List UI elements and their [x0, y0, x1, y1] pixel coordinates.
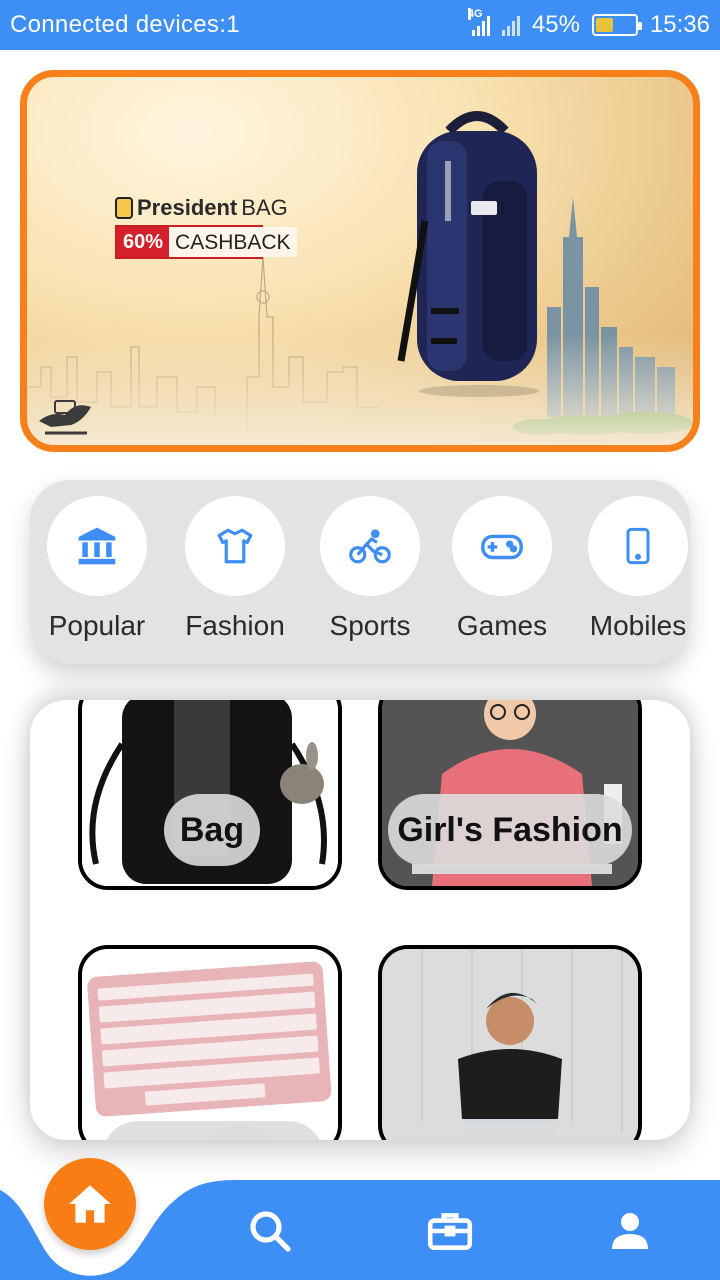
nav-home-button[interactable]: [44, 1158, 136, 1250]
phone-icon: [626, 527, 650, 565]
product-card-boys-fashion[interactable]: Boy's Fashion: [378, 945, 642, 1140]
nav-profile-button[interactable]: [605, 1206, 655, 1256]
product-grid: Bag Girl's Fashion: [30, 700, 690, 1140]
product-label: Bag: [164, 794, 260, 866]
category-label: Sports: [329, 610, 411, 641]
brand-suffix: BAG: [241, 195, 288, 220]
battery-icon: [591, 14, 642, 36]
category-label: Games: [456, 610, 548, 641]
briefcase-icon: [427, 1213, 473, 1250]
cashback-tag: 60% CASHBACK: [115, 225, 297, 259]
backpack-image: [397, 111, 539, 397]
status-bar: Connected devices:1 4G 45% 15:36: [0, 0, 720, 50]
category-games[interactable]: Games: [442, 496, 562, 642]
bank-icon: [78, 527, 116, 565]
profile-icon: [612, 1213, 648, 1249]
signal-icon: [501, 14, 520, 36]
category-sports[interactable]: Sports: [310, 496, 430, 642]
brand-name: President: [137, 195, 238, 220]
category-label: Mobiles: [589, 610, 687, 641]
search-icon: [250, 1211, 291, 1252]
cashback-label: CASHBACK: [169, 227, 297, 257]
category-popular[interactable]: Popular: [37, 496, 157, 642]
category-mobiles[interactable]: Mobiles: [578, 496, 698, 642]
category-fashion[interactable]: Fashion: [175, 496, 295, 642]
bike-icon: [349, 529, 391, 564]
category-label: Popular: [48, 610, 146, 641]
signal-4g-icon: 4G: [467, 8, 490, 36]
gamepad-icon: [481, 534, 523, 560]
home-icon: [69, 1185, 111, 1223]
brand-watermark-logo: [39, 400, 91, 435]
product-card-girls-fashion[interactable]: Girl's Fashion: [378, 700, 642, 890]
keyboard-image: [82, 949, 338, 1140]
nav-search-button[interactable]: [245, 1206, 295, 1256]
category-panel: Popular Fashion Sports Games Mobiles: [30, 480, 690, 664]
battery-percent: 45%: [531, 11, 580, 38]
promo-banner[interactable]: President BAG 60% CASHBACK: [20, 70, 700, 452]
connected-devices-text: Connected devices:1: [10, 11, 240, 38]
product-card-keyboard[interactable]: Keyboard: [78, 945, 342, 1140]
cashback-percent: 60%: [117, 227, 170, 257]
category-label: Fashion: [185, 610, 285, 641]
clock: 15:36: [649, 11, 710, 38]
brand-block: President BAG 60% CASHBACK: [115, 195, 297, 259]
boy-photo-image: [382, 949, 638, 1140]
network-tag: 4G: [467, 8, 483, 20]
product-card-bag[interactable]: Bag: [78, 700, 342, 890]
product-label: Girl's Fashion: [388, 794, 632, 866]
brand-logo-icon: [115, 197, 133, 219]
screen: Connected devices:1 4G 45% 15:36 Preside…: [0, 0, 720, 1280]
product-label: Boy's Fashion: [388, 1121, 632, 1140]
nav-briefcase-button[interactable]: [425, 1206, 475, 1256]
product-label: Keyboard: [102, 1121, 324, 1140]
shirt-icon: [217, 528, 253, 564]
